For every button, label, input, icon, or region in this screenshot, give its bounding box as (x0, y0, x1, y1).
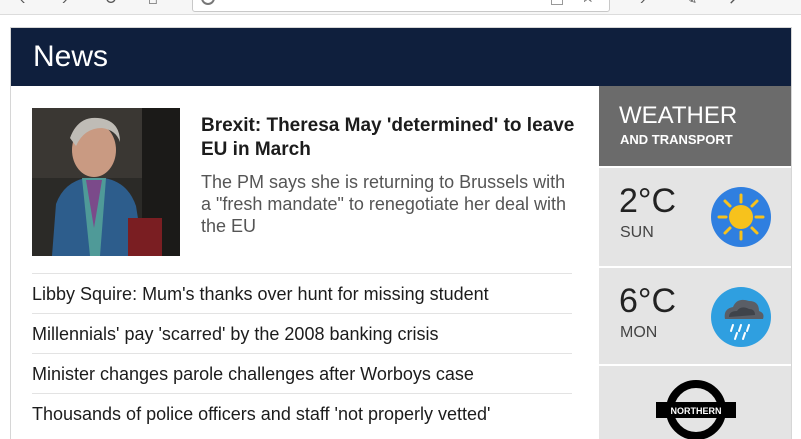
featured-story-image[interactable] (32, 108, 180, 256)
story-list: Libby Squire: Mum's thanks over hunt for… (32, 273, 572, 433)
rain-cloud-icon (711, 287, 771, 347)
home-icon[interactable]: ⌂ (148, 0, 158, 8)
reading-view-icon[interactable] (551, 0, 563, 5)
featured-headline[interactable]: Brexit: Theresa May 'determined' to leav… (201, 114, 581, 162)
sun-icon (711, 187, 771, 247)
featured-summary: The PM says she is returning to Brussels… (201, 172, 567, 236)
favorite-star-icon[interactable]: ☆ (581, 0, 595, 7)
notes-icon[interactable]: ✎ (684, 0, 697, 8)
forecast-day: MON (620, 324, 658, 341)
forecast-day: SUN (620, 224, 654, 241)
browser-toolbar: ‹ › ↻ ⌂ ☆ › ✎ ↗ (0, 0, 801, 15)
weather-header: WEATHER AND TRANSPORT (599, 86, 791, 166)
weather-subtitle: AND TRANSPORT (620, 132, 733, 147)
hub-icon[interactable]: › (640, 0, 645, 8)
story-link[interactable]: Libby Squire: Mum's thanks over hunt for… (32, 273, 572, 313)
weather-title: WEATHER (619, 102, 738, 129)
forecast-temperature: 2°C (619, 182, 677, 220)
forward-icon[interactable]: › (62, 0, 67, 8)
transport-line-label: NORTHERN (671, 406, 722, 416)
weather-panel[interactable]: WEATHER AND TRANSPORT 2°C SUN 6°C MON NO… (599, 86, 791, 439)
address-bar[interactable]: ☆ (192, 0, 610, 12)
forecast-tile-mon[interactable]: 6°C MON (599, 266, 791, 364)
underground-roundel-icon: NORTHERN (654, 378, 738, 439)
story-link[interactable]: Millennials' pay 'scarred' by the 2008 b… (32, 313, 572, 353)
refresh-icon[interactable]: ↻ (104, 0, 117, 8)
transport-tile[interactable]: NORTHERN (599, 364, 791, 439)
story-link[interactable]: Minister changes parole challenges after… (32, 353, 572, 393)
news-header: News (11, 28, 791, 86)
news-title: News (33, 40, 109, 73)
share-icon[interactable]: ↗ (728, 0, 741, 8)
story-link[interactable]: Thousands of police officers and staff '… (32, 393, 572, 433)
news-widget: News Brexit: Theresa May 'determined' to… (10, 27, 792, 439)
forecast-temperature: 6°C (619, 282, 677, 320)
back-icon[interactable]: ‹ (20, 0, 25, 8)
search-icon (201, 0, 215, 5)
forecast-tile-sun[interactable]: 2°C SUN (599, 166, 791, 264)
